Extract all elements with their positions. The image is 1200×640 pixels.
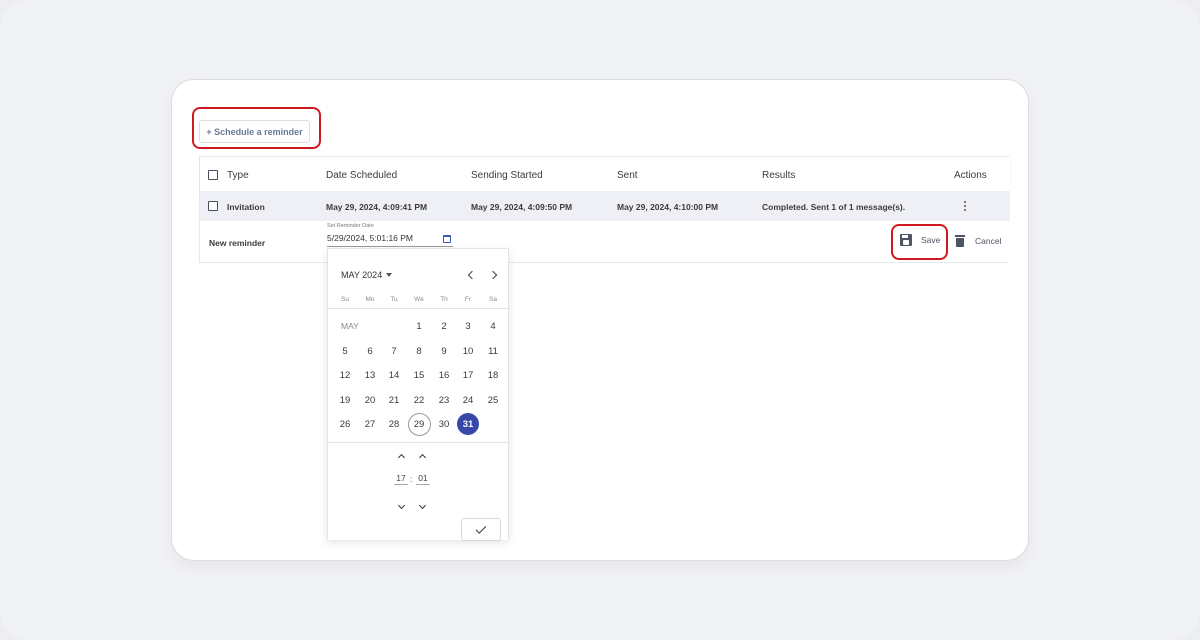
day-cell[interactable]: 24 <box>456 388 480 412</box>
date-picker: MAY 2024 Su Mo Tu We Th Fr Sa MAY 123456… <box>327 248 510 541</box>
day-cell[interactable]: 27 <box>358 412 382 436</box>
select-all-checkbox[interactable] <box>208 170 218 180</box>
row-results: Completed. Sent 1 of 1 message(s). <box>762 202 906 212</box>
calendar-icon[interactable] <box>443 235 451 243</box>
day-cell[interactable]: 3 <box>456 314 480 338</box>
day-cell[interactable]: 8 <box>407 339 431 363</box>
day-cell[interactable]: 20 <box>358 388 382 412</box>
minute-down-button[interactable] <box>417 501 427 512</box>
day-cell[interactable]: 28 <box>382 412 406 436</box>
day-cell[interactable]: 11 <box>481 339 505 363</box>
weekday-header: Tu <box>390 296 398 303</box>
table-row[interactable]: Invitation May 29, 2024, 4:09:41 PM May … <box>200 191 1010 221</box>
day-cell[interactable]: 5 <box>333 339 357 363</box>
weekday-header: Fr <box>464 296 472 303</box>
hour-input[interactable]: 17 <box>394 473 408 485</box>
trash-icon <box>955 235 965 247</box>
day-cell[interactable]: 16 <box>432 363 456 387</box>
divider <box>328 442 510 443</box>
next-month-button[interactable] <box>487 268 501 282</box>
weekday-header: Mo <box>365 296 375 303</box>
month-short-label: MAY <box>341 321 359 331</box>
day-cell[interactable]: 26 <box>333 412 357 436</box>
cancel-button[interactable]: Cancel <box>955 235 1001 247</box>
checkmark-icon <box>475 522 487 534</box>
day-cell[interactable]: 13 <box>358 363 382 387</box>
header-results[interactable]: Results <box>762 170 795 181</box>
day-cell[interactable]: 17 <box>456 363 480 387</box>
day-cell[interactable]: 4 <box>481 314 505 338</box>
header-date-scheduled[interactable]: Date Scheduled <box>326 170 397 181</box>
day-cell[interactable]: 2 <box>432 314 456 338</box>
day-cell[interactable]: 18 <box>481 363 505 387</box>
day-cell[interactable]: 23 <box>432 388 456 412</box>
reminder-date-caption: Set Reminder Date <box>327 223 374 229</box>
reminders-table: Type Date Scheduled Sending Started Sent… <box>199 156 1010 263</box>
header-actions: Actions <box>954 170 987 181</box>
day-cell[interactable]: 31 <box>457 413 479 435</box>
row-sending-started: May 29, 2024, 4:09:50 PM <box>471 202 573 212</box>
row-type: Invitation <box>227 202 265 212</box>
caret-down-icon <box>386 273 393 277</box>
chevron-left-icon <box>467 270 476 280</box>
hour-down-button[interactable] <box>396 501 406 512</box>
save-button[interactable]: Save <box>900 234 940 246</box>
new-reminder-label: New reminder <box>209 238 266 248</box>
day-cell[interactable]: 10 <box>456 339 480 363</box>
header-type[interactable]: Type <box>227 170 249 181</box>
day-cell[interactable]: 15 <box>407 363 431 387</box>
day-cell[interactable]: 14 <box>382 363 406 387</box>
confirm-button[interactable] <box>461 518 501 541</box>
header-sending-started[interactable]: Sending Started <box>471 170 543 181</box>
chevron-right-icon <box>488 270 497 280</box>
day-cell[interactable]: 25 <box>481 388 505 412</box>
day-cell[interactable]: 22 <box>407 388 431 412</box>
save-label: Save <box>921 235 941 245</box>
day-cell[interactable]: 29 <box>407 412 431 436</box>
weekday-header: We <box>414 296 424 303</box>
minute-up-button[interactable] <box>417 451 427 462</box>
day-cell[interactable]: 12 <box>333 363 357 387</box>
table-header: Type Date Scheduled Sending Started Sent… <box>200 156 1010 191</box>
month-year-selector[interactable]: MAY 2024 <box>341 270 393 280</box>
row-checkbox[interactable] <box>208 201 218 211</box>
reminder-date-field[interactable]: 5/29/2024, 5:01:16 PM <box>327 233 453 247</box>
time-separator: : <box>410 474 413 484</box>
cancel-label: Cancel <box>975 236 1002 246</box>
day-cell[interactable]: 9 <box>432 339 456 363</box>
chevron-down-icon <box>397 501 405 510</box>
minute-input[interactable]: 01 <box>416 473 430 485</box>
month-year-label: MAY 2024 <box>341 270 383 280</box>
day-cell[interactable]: 7 <box>382 339 406 363</box>
chevron-up-icon <box>418 453 426 462</box>
weekday-header: Su <box>341 296 349 303</box>
day-cell[interactable]: 19 <box>333 388 357 412</box>
weekday-header: Th <box>440 296 448 303</box>
weekday-header: Sa <box>489 296 497 303</box>
reminder-date-value: 5/29/2024, 5:01:16 PM <box>327 233 414 243</box>
day-cell[interactable]: 21 <box>382 388 406 412</box>
chevron-down-icon <box>418 501 426 510</box>
divider <box>328 308 510 309</box>
row-sent: May 29, 2024, 4:10:00 PM <box>617 202 719 212</box>
row-date-scheduled: May 29, 2024, 4:09:41 PM <box>326 202 428 212</box>
day-cell[interactable]: 30 <box>432 412 456 436</box>
previous-month-button[interactable] <box>463 268 477 282</box>
day-cell[interactable]: 1 <box>407 314 431 338</box>
schedule-reminder-button[interactable]: + Schedule a reminder <box>199 120 310 143</box>
chevron-up-icon <box>397 453 405 462</box>
more-actions-icon[interactable] <box>962 201 968 215</box>
day-cell[interactable]: 6 <box>358 339 382 363</box>
content-card <box>172 80 1028 560</box>
floppy-disk-icon <box>900 234 912 246</box>
hour-up-button[interactable] <box>396 451 406 462</box>
header-sent[interactable]: Sent <box>617 170 638 181</box>
